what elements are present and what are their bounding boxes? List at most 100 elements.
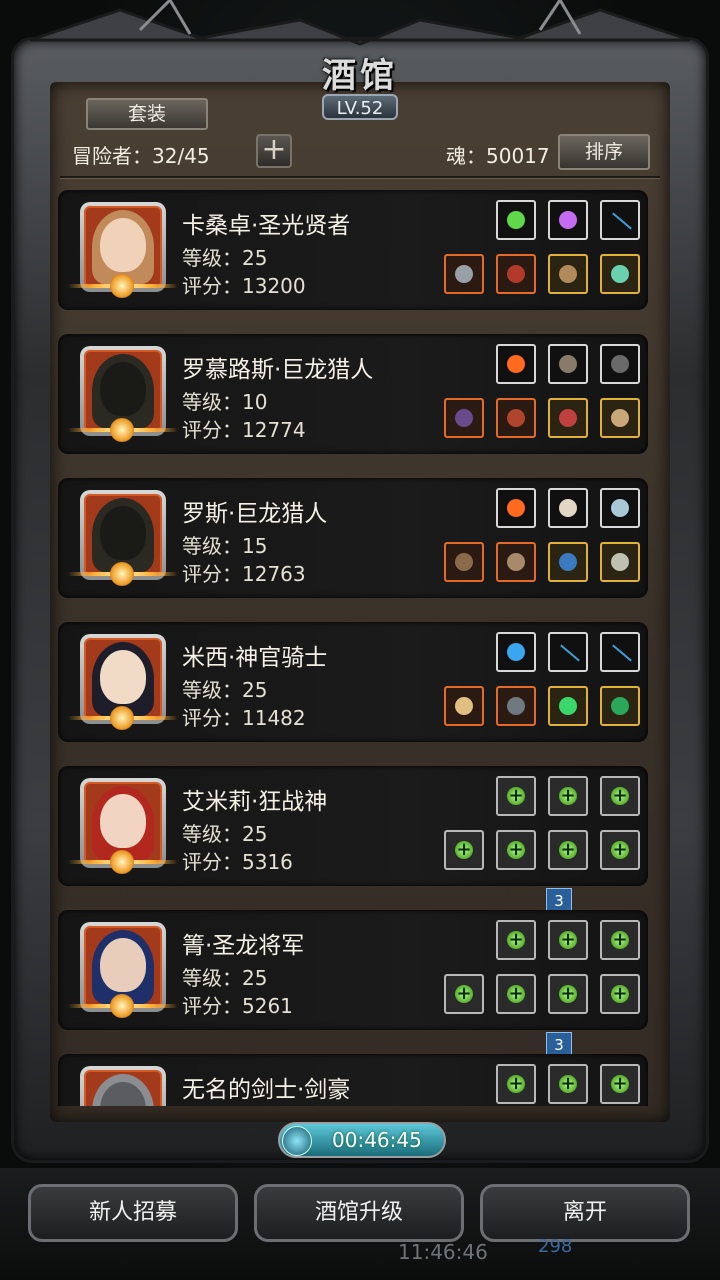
equipment-slot[interactable] [600, 344, 640, 384]
hero-card[interactable]: 无名的剑士·剑豪 + + + [58, 1054, 648, 1106]
equipment-slot[interactable] [548, 632, 588, 672]
add-equipment-slot[interactable]: + [600, 776, 640, 816]
equipment-slot[interactable] [548, 398, 588, 438]
soul-count: 魂：50017 [446, 144, 550, 168]
helm-icon [507, 697, 525, 715]
suit-button[interactable]: 套装 [86, 98, 208, 130]
purple-gem-icon [559, 211, 577, 229]
equipment-slot[interactable] [600, 254, 640, 294]
amulet-icon [559, 409, 577, 427]
equipment-slot[interactable] [548, 200, 588, 240]
add-equipment-slot[interactable]: + [548, 974, 588, 1014]
hero-score: 评分：5261 [182, 994, 293, 1018]
add-equipment-slot[interactable]: + [496, 1064, 536, 1104]
equipment-slot[interactable] [444, 542, 484, 582]
hero-card[interactable]: 箐·圣龙将军 等级：25 评分：5261 + + + + + + + [58, 910, 648, 1030]
add-equipment-slot[interactable]: + [548, 1064, 588, 1104]
equipment-slot[interactable] [600, 542, 640, 582]
hero-card[interactable]: 卡桑卓·圣光贤者 等级：25 评分：13200 [58, 190, 648, 310]
add-equipment-slot[interactable]: + [548, 776, 588, 816]
rank-emblem-icon [68, 562, 178, 586]
add-equipment-slot[interactable]: + [444, 974, 484, 1014]
hero-score: 评分：12774 [182, 418, 306, 442]
recruit-button[interactable]: 新人招募 [28, 1184, 238, 1242]
leave-button[interactable]: 离开 [480, 1184, 690, 1242]
equipment-slot[interactable] [600, 200, 640, 240]
equipment-slot[interactable] [496, 686, 536, 726]
hero-list[interactable]: 卡桑卓·圣光贤者 等级：25 评分：13200 罗慕路斯·巨龙猎人 等级：10 评分：12… [58, 186, 648, 1106]
hero-portrait[interactable] [80, 1066, 166, 1106]
green-flask-icon [507, 211, 525, 229]
hero-card[interactable]: 罗慕路斯·巨龙猎人 等级：10 评分：12774 [58, 334, 648, 454]
equipment-slot[interactable] [444, 686, 484, 726]
ring-icon [611, 265, 629, 283]
add-slot-button[interactable]: + [256, 134, 292, 168]
rank-emblem-icon [68, 994, 178, 1018]
hero-card[interactable]: 米西·神官骑士 等级：25 评分：11482 [58, 622, 648, 742]
rifle-icon [455, 553, 473, 571]
equipment-slot[interactable] [496, 398, 536, 438]
rank-emblem-icon [68, 418, 178, 442]
tavern-level-badge: LV.52 [322, 94, 398, 120]
equipment-slot[interactable] [600, 398, 640, 438]
empty-slot-icon [560, 644, 580, 662]
equipment-slot[interactable] [444, 398, 484, 438]
add-icon: + [455, 983, 473, 1004]
feather-icon [559, 355, 577, 373]
bracer-icon [611, 409, 629, 427]
hammer-icon [455, 697, 473, 715]
add-equipment-slot[interactable]: + [496, 830, 536, 870]
add-equipment-slot[interactable]: + [548, 830, 588, 870]
equipment-slot[interactable] [548, 542, 588, 582]
add-equipment-slot[interactable]: + [600, 830, 640, 870]
equipment-slot[interactable] [548, 488, 588, 528]
belt-icon [611, 553, 629, 571]
crossbow-icon [455, 409, 473, 427]
equipment-slot[interactable] [496, 200, 536, 240]
chest-icon [507, 553, 525, 571]
equipment-slot[interactable] [600, 632, 640, 672]
add-equipment-slot[interactable]: + [548, 920, 588, 960]
hero-name: 无名的剑士·剑豪 [182, 1077, 351, 1103]
sort-button[interactable]: 排序 [558, 134, 650, 170]
equipment-slot[interactable] [496, 254, 536, 294]
hero-face [100, 794, 146, 848]
add-equipment-slot[interactable]: + [600, 920, 640, 960]
add-equipment-slot[interactable]: + [496, 920, 536, 960]
hero-card[interactable]: 罗斯·巨龙猎人 等级：15 评分：12763 [58, 478, 648, 598]
upgrade-tavern-button[interactable]: 酒馆升级 [254, 1184, 464, 1242]
hero-level: 等级：25 [182, 966, 268, 990]
divider [60, 176, 660, 179]
add-icon: + [455, 839, 473, 860]
hero-score: 评分：5316 [182, 850, 293, 874]
hero-card[interactable]: 艾米莉·狂战神 等级：25 评分：5316 + + + + + + + [58, 766, 648, 886]
add-equipment-slot[interactable]: + [496, 974, 536, 1014]
add-icon: + [611, 1073, 629, 1094]
rank-emblem-icon [68, 706, 178, 730]
equipment-slot[interactable] [600, 488, 640, 528]
equipment-slot[interactable] [496, 632, 536, 672]
hero-level: 等级：25 [182, 678, 268, 702]
equipment-slot[interactable] [496, 542, 536, 582]
equipment-slot[interactable] [496, 344, 536, 384]
equipment-slot[interactable] [496, 488, 536, 528]
add-icon: + [559, 983, 577, 1004]
equipment-slot[interactable] [444, 254, 484, 294]
equipment-slot[interactable] [548, 686, 588, 726]
add-icon: + [611, 839, 629, 860]
equipment-slot[interactable] [548, 254, 588, 294]
coin-count: 298 [538, 1236, 573, 1257]
hero-name: 罗斯·巨龙猎人 [182, 501, 328, 527]
add-icon: + [559, 929, 577, 950]
add-icon: + [611, 785, 629, 806]
equipment-slot[interactable] [600, 686, 640, 726]
add-equipment-slot[interactable]: + [600, 1064, 640, 1104]
equipment-slot[interactable] [548, 344, 588, 384]
add-equipment-slot[interactable]: + [444, 830, 484, 870]
add-icon: + [611, 983, 629, 1004]
add-equipment-slot[interactable]: + [600, 974, 640, 1014]
hero-name: 箐·圣龙将军 [182, 933, 305, 959]
hero-score: 评分：13200 [182, 274, 306, 298]
add-equipment-slot[interactable]: + [496, 776, 536, 816]
recruit-timer: 00:46:45 [278, 1122, 446, 1158]
